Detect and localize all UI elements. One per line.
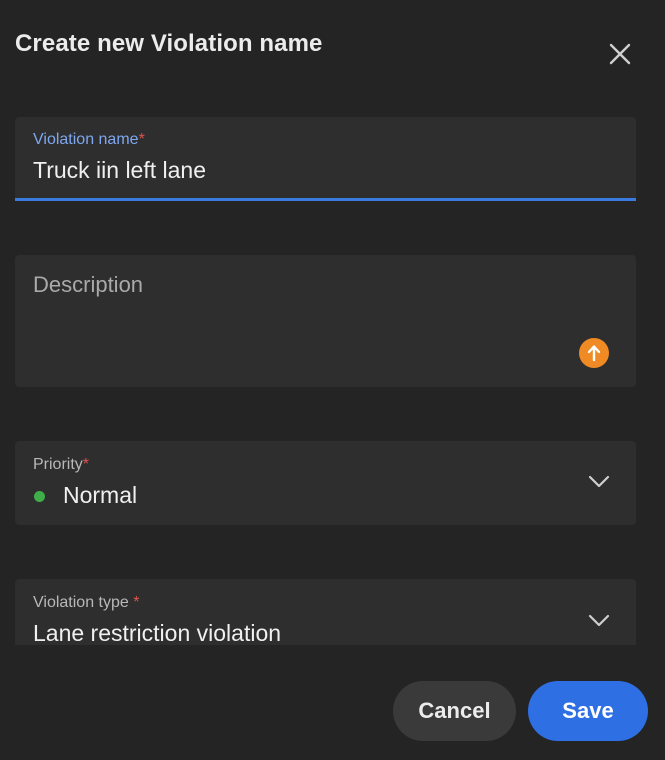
required-marker: *	[138, 131, 145, 148]
priority-dropdown-toggle[interactable]	[587, 470, 611, 494]
arrow-up-icon	[587, 345, 601, 362]
cancel-button[interactable]: Cancel	[393, 681, 516, 741]
priority-select[interactable]: Priority* Normal	[15, 441, 636, 525]
violation-name-label: Violation name*	[33, 131, 145, 148]
save-button[interactable]: Save	[528, 681, 648, 741]
priority-value: Normal	[63, 482, 138, 508]
required-marker: *	[128, 594, 140, 611]
violation-name-input[interactable]: Truck iin left lane	[33, 157, 206, 184]
priority-status-dot	[34, 491, 45, 502]
chevron-down-icon	[588, 475, 610, 488]
violation-type-select[interactable]: Violation type * Lane restriction violat…	[15, 579, 636, 645]
create-violation-dialog: Create new Violation name Violation name…	[0, 0, 665, 760]
priority-label: Priority*	[33, 456, 90, 473]
description-input[interactable]: Description	[33, 272, 143, 298]
required-marker: *	[82, 456, 90, 473]
close-button[interactable]	[603, 37, 637, 71]
close-icon	[609, 43, 631, 65]
grammar-upload-icon[interactable]	[579, 338, 609, 368]
violation-type-label: Violation type *	[33, 594, 140, 611]
chevron-down-icon	[588, 614, 610, 627]
violation-type-dropdown-toggle[interactable]	[587, 609, 611, 633]
description-field[interactable]: Description	[15, 255, 636, 387]
violation-name-field[interactable]: Violation name* Truck iin left lane	[15, 117, 636, 201]
dialog-title: Create new Violation name	[15, 30, 323, 57]
violation-type-value: Lane restriction violation	[33, 620, 282, 645]
